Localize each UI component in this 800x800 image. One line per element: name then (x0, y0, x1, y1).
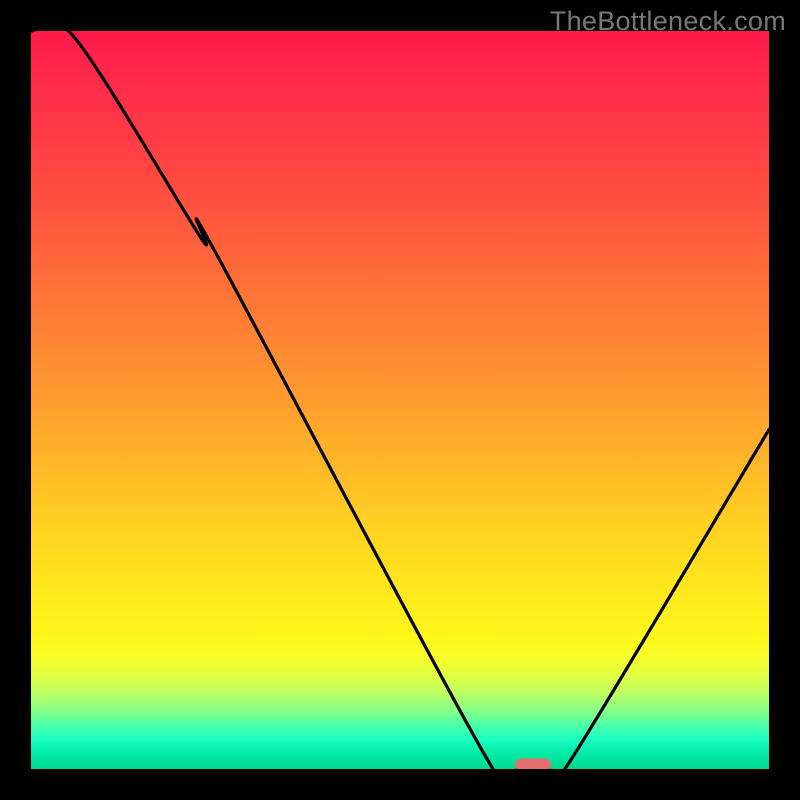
plot-area (31, 31, 769, 769)
bottleneck-curve (31, 31, 769, 769)
optimal-marker (515, 758, 551, 769)
chart-stage: TheBottleneck.com (0, 0, 800, 800)
watermark-text: TheBottleneck.com (550, 6, 786, 37)
